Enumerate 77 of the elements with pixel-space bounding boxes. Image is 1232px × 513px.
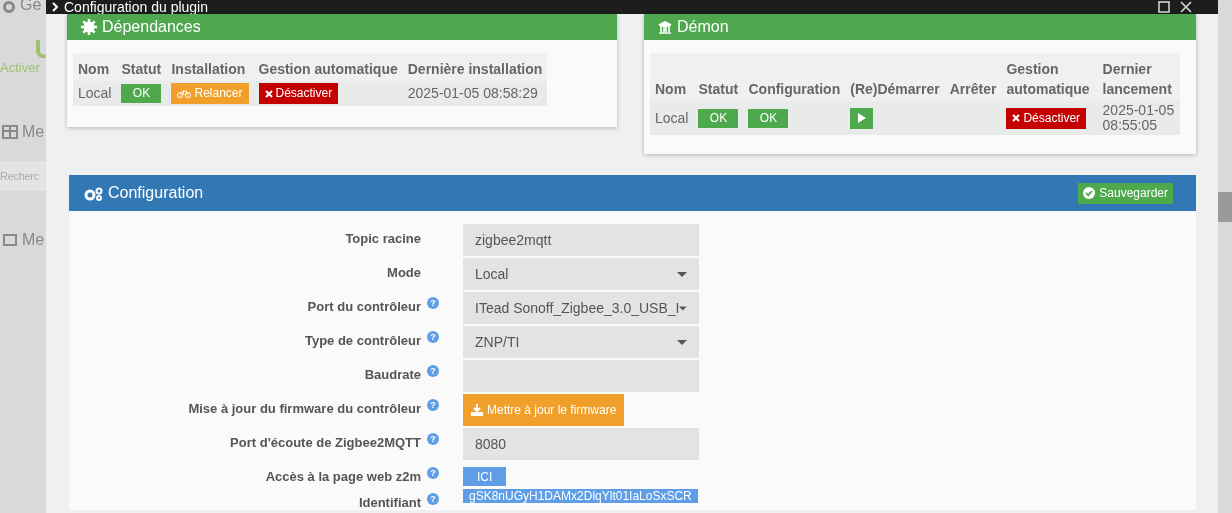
chevron-icon [52, 2, 58, 12]
side-tab[interactable] [1218, 192, 1232, 222]
play-icon [856, 112, 867, 124]
help-icon[interactable]: ? [427, 297, 439, 309]
panel-title: Dépendances [102, 18, 201, 36]
menu-label: Me [22, 123, 45, 141]
close-icon [1012, 114, 1021, 122]
window-title: Configuration du plugin [64, 0, 209, 14]
column-header: Dernière installation [402, 53, 548, 81]
column-header: Gestion automatique [1001, 53, 1098, 101]
field-label: Identifiant [357, 494, 421, 510]
select-field[interactable]: ITead Sonoff_Zigbee_3.0_USB_I [463, 292, 699, 324]
action-label[interactable]: Activer [0, 60, 40, 75]
table-icon [2, 125, 18, 139]
column-header: Dernier lancement [1097, 53, 1180, 101]
bicycle-icon [177, 89, 192, 98]
help-icon[interactable]: ? [427, 365, 439, 377]
column-header: Gestion automatique [253, 53, 403, 81]
close-icon [264, 89, 273, 98]
search-field[interactable]: Recherc [0, 161, 46, 191]
field-label: Mise à jour du firmware du contrôleur [187, 400, 421, 418]
panel-title: Démon [677, 18, 729, 36]
caret-icon [677, 339, 687, 345]
table-cell: 2025-01-05 08:58:29 [402, 81, 548, 106]
field-label: Baudrate [363, 366, 421, 384]
help-icon[interactable]: ? [427, 467, 439, 479]
panel-title: Configuration [108, 184, 205, 202]
column-header: Installation [166, 53, 254, 81]
select-value: Local [475, 266, 509, 282]
status-badge: OK [121, 84, 162, 103]
status-badge: OK [748, 108, 789, 128]
column-header: Statut [693, 53, 744, 101]
help-icon[interactable]: ? [427, 433, 439, 445]
field-label: Accès à la page web z2m [264, 468, 421, 486]
gears-icon [84, 185, 104, 201]
check-circle-icon [1083, 187, 1096, 199]
caret-icon [679, 305, 687, 311]
input-field[interactable] [463, 360, 699, 392]
column-header: Statut [116, 53, 167, 81]
table-cell: Local [650, 101, 694, 135]
field-label: Port d'écoute de Zigbee2MQTT [229, 434, 421, 452]
help-icon[interactable]: ? [427, 331, 439, 343]
column-header: Configuration [743, 53, 846, 101]
frame-icon [2, 233, 18, 247]
column-header: (Re)Démarrer [845, 53, 945, 101]
field-label: Port du contrôleur [306, 298, 421, 316]
select-field[interactable]: ZNP/TI [463, 326, 699, 358]
start-button[interactable] [850, 107, 874, 129]
close-icon [1180, 1, 1192, 13]
link-button[interactable]: ICI [463, 467, 507, 486]
menu-label: Me [22, 231, 45, 249]
download-icon [471, 404, 483, 416]
table-cell: 2025-01-05 08:55:05 [1097, 101, 1180, 135]
bank-icon [658, 20, 672, 34]
firmware-button[interactable]: Mettre à jour le firmware [463, 394, 625, 426]
save-button[interactable]: Sauvegarder [1078, 182, 1173, 204]
field-label: Topic racine [344, 230, 421, 248]
disable-button[interactable]: Désactiver [1006, 107, 1087, 129]
select-value: ZNP/TI [475, 334, 520, 350]
field-label: Type de contrôleur [303, 332, 421, 350]
column-header: Nom [73, 53, 117, 81]
table-cell: Local [73, 81, 117, 106]
help-icon[interactable]: ? [427, 493, 439, 505]
token-badge: gSK8nUGyH1DAMx2DlqYlt01IaLoSxSCR [463, 489, 698, 503]
select-value: ITead Sonoff_Zigbee_3.0_USB_I [475, 300, 680, 316]
column-header: Arrêter [944, 53, 1002, 101]
relaunch-button[interactable]: Relancer [171, 83, 249, 104]
maximize-icon [1158, 1, 1170, 13]
help-icon[interactable]: ? [427, 399, 439, 411]
status-badge: OK [698, 108, 739, 128]
input-field[interactable]: zigbee2mqtt [463, 224, 699, 256]
select-field[interactable]: Local [463, 258, 699, 290]
disable-button[interactable]: Désactiver [258, 83, 339, 104]
caret-icon [677, 271, 687, 277]
input-field[interactable]: 8080 [463, 428, 699, 460]
field-label: Mode [386, 264, 421, 282]
column-header: Nom [650, 53, 694, 101]
